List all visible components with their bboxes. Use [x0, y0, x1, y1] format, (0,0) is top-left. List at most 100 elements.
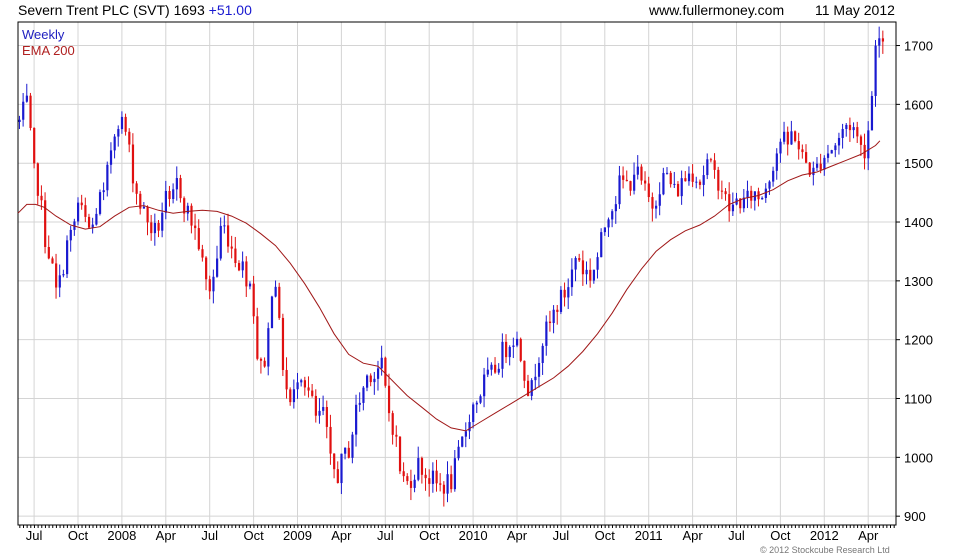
candle-body: [728, 194, 731, 212]
candle-body: [772, 170, 775, 182]
x-tick-label: Jul: [201, 528, 218, 543]
candle-body: [366, 375, 369, 388]
candle-body: [622, 175, 625, 180]
candle-body: [398, 436, 402, 472]
candle-body: [340, 453, 343, 484]
candle-body: [62, 274, 65, 276]
candle-body: [519, 338, 522, 361]
candle-body: [25, 95, 28, 102]
candle-body: [541, 345, 544, 363]
candle-body: [95, 213, 98, 225]
candle-body: [779, 141, 782, 154]
candle-body: [307, 387, 310, 391]
candle-body: [475, 402, 478, 405]
candle-body: [636, 166, 639, 175]
candle-body: [508, 346, 511, 358]
candle-body: [168, 190, 171, 200]
candle-body: [391, 413, 394, 435]
candle-body: [314, 395, 317, 416]
candle-body: [647, 183, 650, 198]
candle-body: [40, 195, 43, 201]
candle-body: [750, 190, 753, 201]
candle-body: [479, 396, 482, 403]
candle-body: [226, 225, 230, 247]
candle-body: [362, 387, 365, 403]
candle-body: [128, 131, 131, 145]
candle-body: [135, 183, 138, 194]
candle-body: [461, 436, 464, 447]
candle-body: [775, 153, 778, 171]
candle-body: [142, 206, 146, 209]
candle-body: [468, 422, 471, 432]
candle-body: [442, 484, 446, 494]
candle-body: [106, 164, 109, 191]
candle-body: [373, 378, 376, 383]
candle-body: [837, 137, 841, 146]
x-tick-label: 2008: [107, 528, 136, 543]
candle-body: [596, 257, 599, 270]
candle-body: [124, 116, 127, 132]
candle-body: [153, 222, 157, 234]
candle-body: [859, 136, 863, 145]
candle-body: [333, 453, 336, 470]
candle-body: [424, 474, 427, 479]
candle-body: [179, 178, 182, 199]
candle-body: [556, 309, 559, 312]
candle-body: [161, 212, 164, 231]
candle-body: [497, 368, 500, 373]
candle-body: [731, 204, 735, 212]
candle-body: [852, 127, 855, 131]
candle-body: [296, 382, 299, 390]
candle-body: [241, 261, 244, 271]
candle-body: [216, 258, 219, 277]
candle-body: [534, 376, 537, 381]
x-tick-label: Jul: [728, 528, 745, 543]
candle-body: [717, 169, 720, 191]
plot-frame: [17, 21, 897, 526]
candle-body: [662, 173, 665, 195]
candle-body: [578, 257, 581, 261]
candle-body: [665, 172, 669, 174]
candle-body: [80, 202, 83, 206]
x-tick-label: Apr: [682, 528, 703, 543]
candle-body: [453, 458, 457, 490]
candle-body: [607, 219, 610, 228]
candle-body: [212, 276, 215, 292]
legend-weekly: Weekly: [22, 27, 65, 42]
candle-body: [347, 447, 350, 458]
x-tick-label: Oct: [68, 528, 89, 543]
candle-body: [640, 166, 643, 181]
candle-body: [351, 434, 354, 458]
x-tick-label: Apr: [858, 528, 879, 543]
candle-body: [856, 127, 859, 137]
candle-body: [633, 174, 636, 191]
candle-body: [300, 380, 303, 383]
candle-body: [592, 269, 596, 281]
candle-body: [559, 289, 563, 312]
ema-200-line: [17, 140, 881, 432]
candle-body: [673, 183, 676, 185]
candle-body: [695, 181, 698, 183]
candle-body: [157, 222, 160, 231]
candle-body: [797, 141, 800, 150]
candle-body: [698, 181, 702, 185]
candle-body: [109, 150, 113, 165]
x-tick-label: Apr: [156, 528, 177, 543]
candle-body: [823, 157, 826, 170]
y-tick-label: 1400: [904, 215, 933, 230]
candle-body: [644, 180, 647, 184]
candle-body: [687, 173, 691, 182]
candle-body: [219, 225, 222, 259]
candle-body: [325, 407, 328, 427]
x-tick-label: 2011: [635, 528, 663, 543]
x-tick-label: 2010: [459, 528, 488, 543]
price-chart: 900 1000 1100 1200 1300 1400 1500 1600 1700 Jul Oc…: [17, 21, 933, 543]
y-tick-label: 1000: [904, 450, 933, 465]
candle-body: [336, 469, 339, 484]
candle-body: [18, 119, 21, 123]
candle-body: [146, 206, 149, 223]
candle-body: [450, 474, 453, 490]
y-tick-label: 900: [904, 509, 926, 524]
candle-body: [867, 130, 870, 159]
candle-body: [256, 316, 259, 359]
